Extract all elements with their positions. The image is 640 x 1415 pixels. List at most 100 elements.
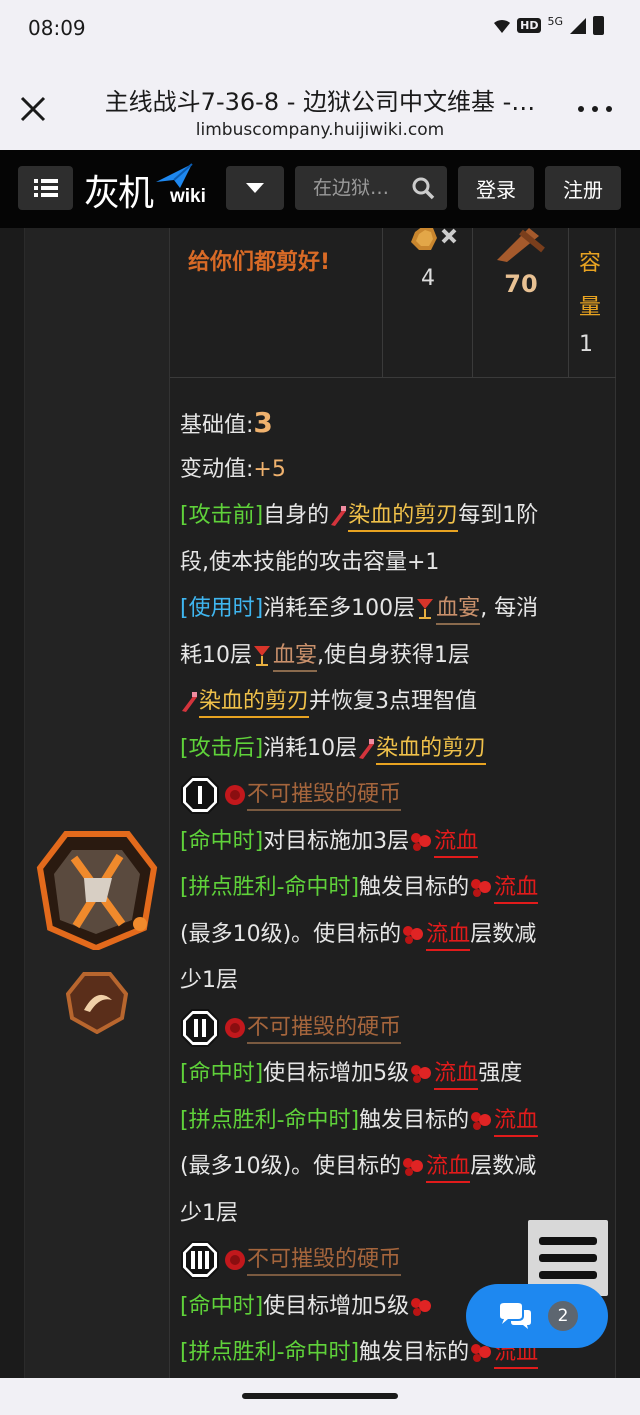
desc-text: , 每消	[480, 596, 539, 621]
register-button[interactable]: 注册	[545, 166, 621, 210]
unbreakable-coin-icon	[225, 1250, 245, 1270]
home-gesture-bar[interactable]	[242, 1393, 398, 1399]
bloody-blade-link[interactable]: 染血的剪刃	[199, 689, 310, 718]
desc-text: 每到1阶	[458, 503, 539, 528]
desc-line: [拼点胜利-命中时]触发目标的 流血	[180, 865, 610, 912]
tag-before-attack: [攻击前]	[180, 503, 264, 528]
attack-cell: 70	[472, 228, 568, 378]
menu-button[interactable]	[18, 166, 73, 210]
browser-header: 主线战斗7-36-8 - 边狱公司中文维基 -… limbuscompany.h…	[0, 58, 640, 150]
sin-affinity-icon	[66, 972, 128, 1034]
close-icon[interactable]	[18, 94, 48, 124]
chat-bubbles-icon	[500, 1303, 531, 1329]
desc-line: 染血的剪刃并恢复3点理智值	[180, 679, 610, 726]
desc-text: 触发目标的	[359, 1340, 470, 1365]
tag-on-hit: [命中时]	[180, 1061, 264, 1086]
desc-line: 少1层	[180, 958, 610, 1005]
desc-text: 耗10层	[180, 642, 252, 668]
attack-value: 70	[504, 270, 538, 298]
coin-3-icon	[181, 1241, 219, 1279]
unbreakable-coin-icon	[225, 785, 245, 805]
var-value: +5	[253, 456, 286, 482]
bloody-blade-link[interactable]: 染血的剪刃	[376, 735, 487, 765]
capacity-cell: 容量 1	[568, 228, 616, 378]
status-icons: HD 5G	[493, 15, 604, 35]
page-title: 主线战斗7-36-8 - 边狱公司中文维基 -…	[104, 88, 536, 116]
capacity-value: 1	[579, 332, 593, 357]
tag-clash-win-hit: [拼点胜利-命中时]	[180, 1340, 360, 1365]
comment-count-badge: 2	[548, 1301, 578, 1331]
bleed-link[interactable]: 流血	[494, 1107, 539, 1137]
skill-name: 给你们都剪好!	[188, 250, 331, 275]
base-label: 基础值:	[180, 413, 254, 438]
var-label: 变动值:	[180, 456, 254, 482]
search-input[interactable]	[313, 177, 425, 199]
list-icon	[33, 179, 58, 197]
desc-line: [命中时]使目标增加5级 流血强度	[180, 1051, 610, 1098]
blood-feast-icon	[254, 645, 270, 666]
bleed-link[interactable]: 流血	[426, 1154, 471, 1183]
bleed-icon	[411, 832, 432, 851]
tag-clash-win-hit: [拼点胜利-命中时]	[180, 1107, 360, 1133]
logo-text: 灰机	[84, 173, 154, 214]
desc-text: 使目标增加5级	[263, 1061, 410, 1086]
desc-text: (最多10级)。使目标的	[180, 1154, 402, 1179]
wifi-icon	[494, 19, 511, 33]
bleed-link[interactable]: 流血	[494, 875, 539, 904]
desc-text: 层数减	[470, 921, 537, 947]
bleed-icon	[403, 1158, 424, 1176]
search-box[interactable]	[295, 166, 447, 210]
bleed-link[interactable]: 流血	[434, 828, 479, 858]
dropdown-button[interactable]	[226, 166, 284, 210]
unbreakable-coin-icon	[225, 1017, 245, 1038]
login-button[interactable]: 登录	[458, 166, 534, 210]
desc-line: [攻击后]消耗10层 染血的剪刃	[180, 726, 610, 773]
desc-text: 少1层	[180, 968, 238, 993]
desc-line: [使用时]消耗至多100层 血宴, 每消	[180, 586, 610, 633]
status-bar: 08:09 HD 5G	[0, 0, 640, 58]
blood-feast-link[interactable]: 血宴	[436, 596, 481, 625]
coin-1-header: 不可摧毁的硬币	[180, 772, 610, 819]
base-value: 3	[253, 406, 273, 439]
desc-text: 消耗10层	[263, 735, 358, 761]
coin-2-icon	[181, 1008, 219, 1047]
desc-text: (最多10级)。使目标的	[180, 921, 402, 947]
bleed-link[interactable]: 流血	[426, 921, 471, 951]
skill-header-row: 给你们都剪好! 4 70 容量 1	[170, 228, 616, 378]
blood-feast-link[interactable]: 血宴	[273, 642, 318, 672]
site-logo[interactable]: 灰机 wiki	[82, 162, 222, 214]
comments-button[interactable]: 2	[466, 1284, 608, 1348]
coin-1-icon	[181, 776, 219, 814]
desc-text: ,使自身获得1层	[317, 642, 471, 668]
hamburger-bar	[539, 1254, 597, 1262]
battery-icon	[593, 16, 604, 35]
desc-line: (最多10级)。使目标的 流血层数减	[180, 912, 610, 959]
unbreakable-coin-link[interactable]: 不可摧毁的硬币	[247, 782, 402, 811]
system-nav-bar	[0, 1378, 640, 1415]
blood-feast-icon	[417, 599, 434, 619]
bleed-link[interactable]: 流血	[434, 1061, 479, 1090]
desc-text: 强度	[478, 1061, 523, 1086]
unbreakable-coin-link[interactable]: 不可摧毁的硬币	[247, 1247, 402, 1276]
bloody-blade-icon	[331, 506, 347, 526]
unbreakable-coin-link[interactable]: 不可摧毁的硬币	[247, 1014, 402, 1044]
bleed-icon	[411, 1065, 432, 1083]
desc-line: 耗10层 血宴,使自身获得1层	[180, 633, 610, 680]
search-icon[interactable]	[411, 176, 435, 200]
desc-line: [攻击前]自身的 染血的剪刃每到1阶	[180, 493, 610, 540]
more-menu-icon[interactable]	[578, 106, 612, 116]
logo-wiki: wiki	[170, 186, 206, 207]
page-url[interactable]: limbuscompany.huijiwiki.com	[90, 120, 550, 140]
coin-count: 4	[421, 266, 435, 291]
bloody-blade-icon	[182, 692, 197, 712]
bleed-icon	[471, 879, 492, 897]
bloody-blade-link[interactable]: 染血的剪刃	[348, 503, 459, 532]
desc-text: 并恢复3点理智值	[309, 689, 478, 714]
desc-line: [命中时]对目标施加3层 流血	[180, 819, 610, 866]
coin-icon	[411, 228, 457, 250]
desc-text: 对目标施加3层	[263, 828, 410, 854]
hamburger-bar	[539, 1271, 597, 1279]
desc-text: 消耗至多100层	[263, 596, 416, 621]
desc-line: 段,使本技能的攻击容量+1	[180, 540, 610, 587]
desc-line: [拼点胜利-命中时]触发目标的 流血	[180, 1098, 610, 1145]
